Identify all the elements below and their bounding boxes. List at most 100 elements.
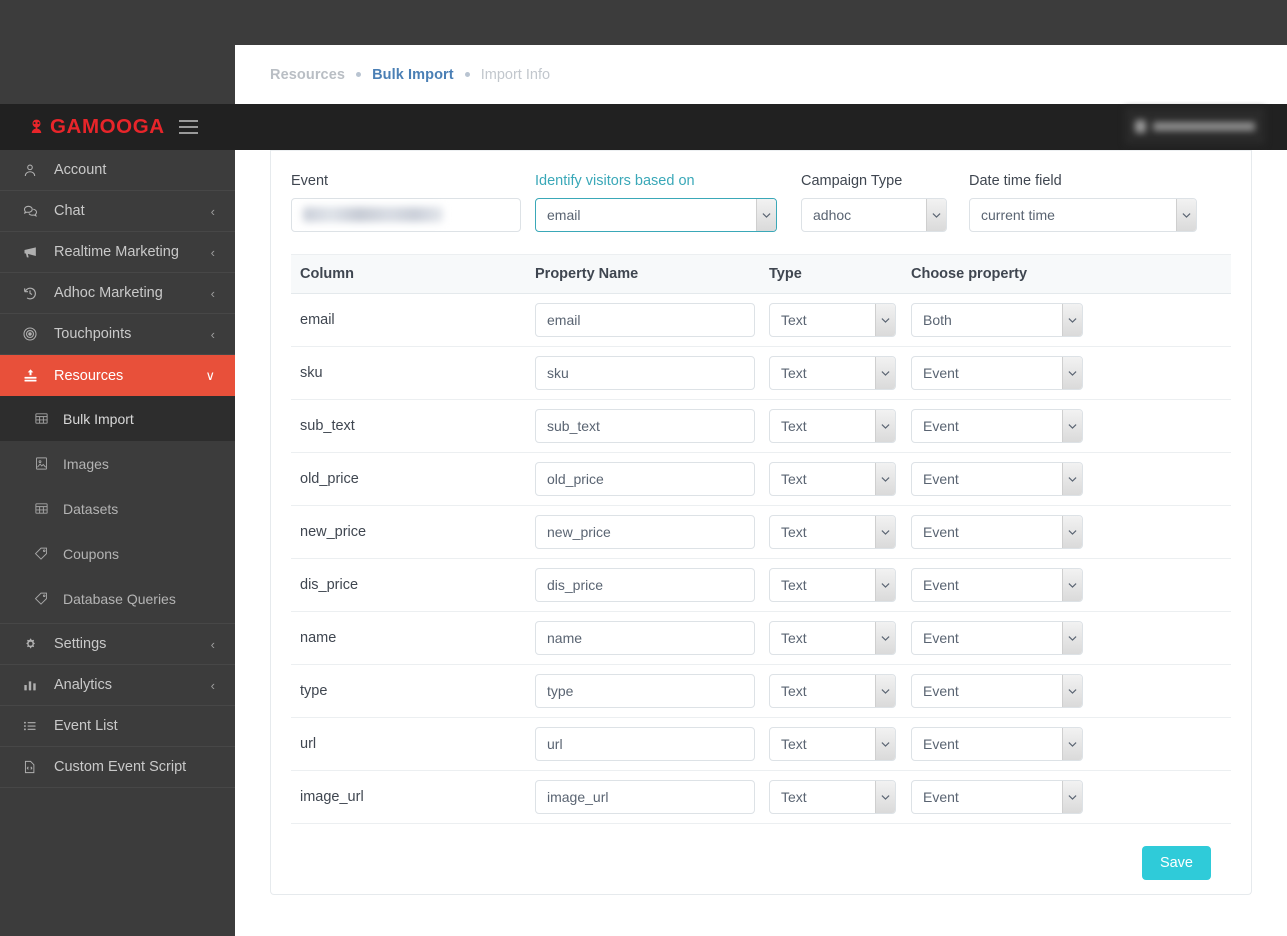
property-name-input[interactable] [535, 303, 755, 337]
type-select[interactable]: Text [769, 621, 896, 655]
save-button[interactable]: Save [1141, 846, 1211, 880]
chevron-down-icon[interactable] [1062, 781, 1082, 813]
identify-visitors-select[interactable]: email [535, 198, 777, 232]
chevron-down-icon[interactable] [1062, 463, 1082, 495]
event-label: Event [291, 173, 329, 189]
table-row: dis_price Text Event [291, 558, 1231, 612]
sidebar-item-database-queries[interactable]: Database Queries [0, 576, 235, 621]
column-name: sku [300, 365, 323, 381]
type-select[interactable]: Text [769, 780, 896, 814]
type-select[interactable]: Text [769, 568, 896, 602]
sidebar-item-coupons[interactable]: Coupons [0, 531, 235, 576]
chevron-down-icon[interactable] [1062, 569, 1082, 601]
chevron-down-icon[interactable] [875, 304, 895, 336]
campaign-type-select[interactable]: adhoc [801, 198, 947, 232]
choose-property-select[interactable]: Both [911, 303, 1083, 337]
table-row: sku Text Event [291, 346, 1231, 400]
history-icon [22, 285, 46, 301]
chevron-down-icon[interactable] [875, 463, 895, 495]
row-property-name-cell [535, 505, 769, 559]
property-name-input[interactable] [535, 780, 755, 814]
property-name-input[interactable] [535, 462, 755, 496]
sidebar-item-realtime-marketing[interactable]: Realtime Marketing ‹ [0, 232, 235, 273]
type-select[interactable]: Text [769, 674, 896, 708]
sidebar-item-touchpoints[interactable]: Touchpoints ‹ [0, 314, 235, 355]
column-name: type [300, 683, 328, 699]
chevron-down-icon[interactable] [875, 410, 895, 442]
sidebar-item-resources[interactable]: Resources ∨ [0, 355, 235, 396]
chevron-down-icon[interactable] [1176, 199, 1196, 231]
row-property-name-cell [535, 399, 769, 453]
sidebar-item-chat[interactable]: Chat ‹ [0, 191, 235, 232]
hamburger-icon[interactable] [178, 120, 198, 134]
row-column-cell: new_price [291, 505, 535, 559]
chevron-down-icon[interactable] [1062, 410, 1082, 442]
choose-property-select[interactable]: Event [911, 621, 1083, 655]
chevron-down-icon[interactable] [1062, 622, 1082, 654]
sidebar-item-datasets[interactable]: Datasets [0, 486, 235, 531]
type-select[interactable]: Text [769, 727, 896, 761]
chevron-down-icon[interactable] [1062, 675, 1082, 707]
sidebar-item-custom-event-script[interactable]: Custom Event Script [0, 747, 235, 788]
choose-property-select[interactable]: Event [911, 462, 1083, 496]
brand-logo[interactable]: GAMOOGA [0, 104, 235, 150]
property-name-input[interactable] [535, 515, 755, 549]
choose-property-select[interactable]: Event [911, 356, 1083, 390]
table-row: name Text Event [291, 611, 1231, 665]
chevron-down-icon[interactable] [875, 622, 895, 654]
chevron-down-icon[interactable] [1062, 516, 1082, 548]
type-select[interactable]: Text [769, 356, 896, 390]
row-choose-property-cell: Event [911, 505, 1231, 559]
breadcrumb-root[interactable]: Resources [270, 67, 345, 83]
chevron-down-icon[interactable] [1062, 728, 1082, 760]
sidebar-item-account[interactable]: Account [0, 150, 235, 191]
user-avatar-icon [1135, 119, 1146, 133]
sidebar-item-images[interactable]: Images [0, 441, 235, 486]
chevron-down-icon[interactable] [926, 199, 946, 231]
chevron-down-icon[interactable] [756, 199, 776, 231]
property-name-input[interactable] [535, 727, 755, 761]
sidebar-item-event-list[interactable]: Event List [0, 706, 235, 747]
choose-property-select[interactable]: Event [911, 568, 1083, 602]
type-select[interactable]: Text [769, 409, 896, 443]
chevron-down-icon[interactable] [875, 516, 895, 548]
chevron-down-icon[interactable] [1062, 357, 1082, 389]
type-select[interactable]: Text [769, 462, 896, 496]
choose-property-select[interactable]: Event [911, 515, 1083, 549]
column-name: email [300, 312, 335, 328]
choose-property-select[interactable]: Event [911, 409, 1083, 443]
property-name-input[interactable] [535, 621, 755, 655]
chevron-down-icon[interactable] [875, 675, 895, 707]
property-name-input[interactable] [535, 356, 755, 390]
chevron-down-icon[interactable] [875, 357, 895, 389]
property-name-input[interactable] [535, 568, 755, 602]
sidebar: Account Chat ‹ Realtime Marketing ‹ Adho… [0, 150, 235, 936]
choose-property-value: Event [923, 683, 959, 699]
sidebar-item-analytics[interactable]: Analytics ‹ [0, 665, 235, 706]
chevron-down-icon[interactable] [875, 569, 895, 601]
row-column-cell: image_url [291, 770, 535, 824]
date-time-field-select[interactable]: current time [969, 198, 1197, 232]
property-name-input[interactable] [535, 674, 755, 708]
chevron-down-icon[interactable] [875, 781, 895, 813]
sidebar-item-bulk-import[interactable]: Bulk Import [0, 396, 235, 441]
type-select[interactable]: Text [769, 515, 896, 549]
user-menu[interactable] [1125, 108, 1265, 144]
choose-property-select[interactable]: Event [911, 727, 1083, 761]
choose-property-select[interactable]: Event [911, 674, 1083, 708]
property-name-input[interactable] [535, 409, 755, 443]
breadcrumb-section[interactable]: Bulk Import [372, 67, 454, 83]
chevron-down-icon[interactable] [875, 728, 895, 760]
chevron-down-icon[interactable] [1062, 304, 1082, 336]
sidebar-item-adhoc-marketing[interactable]: Adhoc Marketing ‹ [0, 273, 235, 314]
sidebar-subitem-label: Coupons [63, 545, 120, 562]
row-property-name-cell [535, 664, 769, 718]
row-type-cell: Text [769, 770, 911, 824]
header-property-name: Property Name [535, 254, 769, 294]
date-time-field-group: Date time field current time [969, 173, 1197, 232]
sidebar-item-settings[interactable]: Settings ‹ [0, 624, 235, 665]
image-icon [34, 456, 56, 471]
type-select[interactable]: Text [769, 303, 896, 337]
choose-property-select[interactable]: Event [911, 780, 1083, 814]
table-row: sub_text Text Event [291, 399, 1231, 453]
